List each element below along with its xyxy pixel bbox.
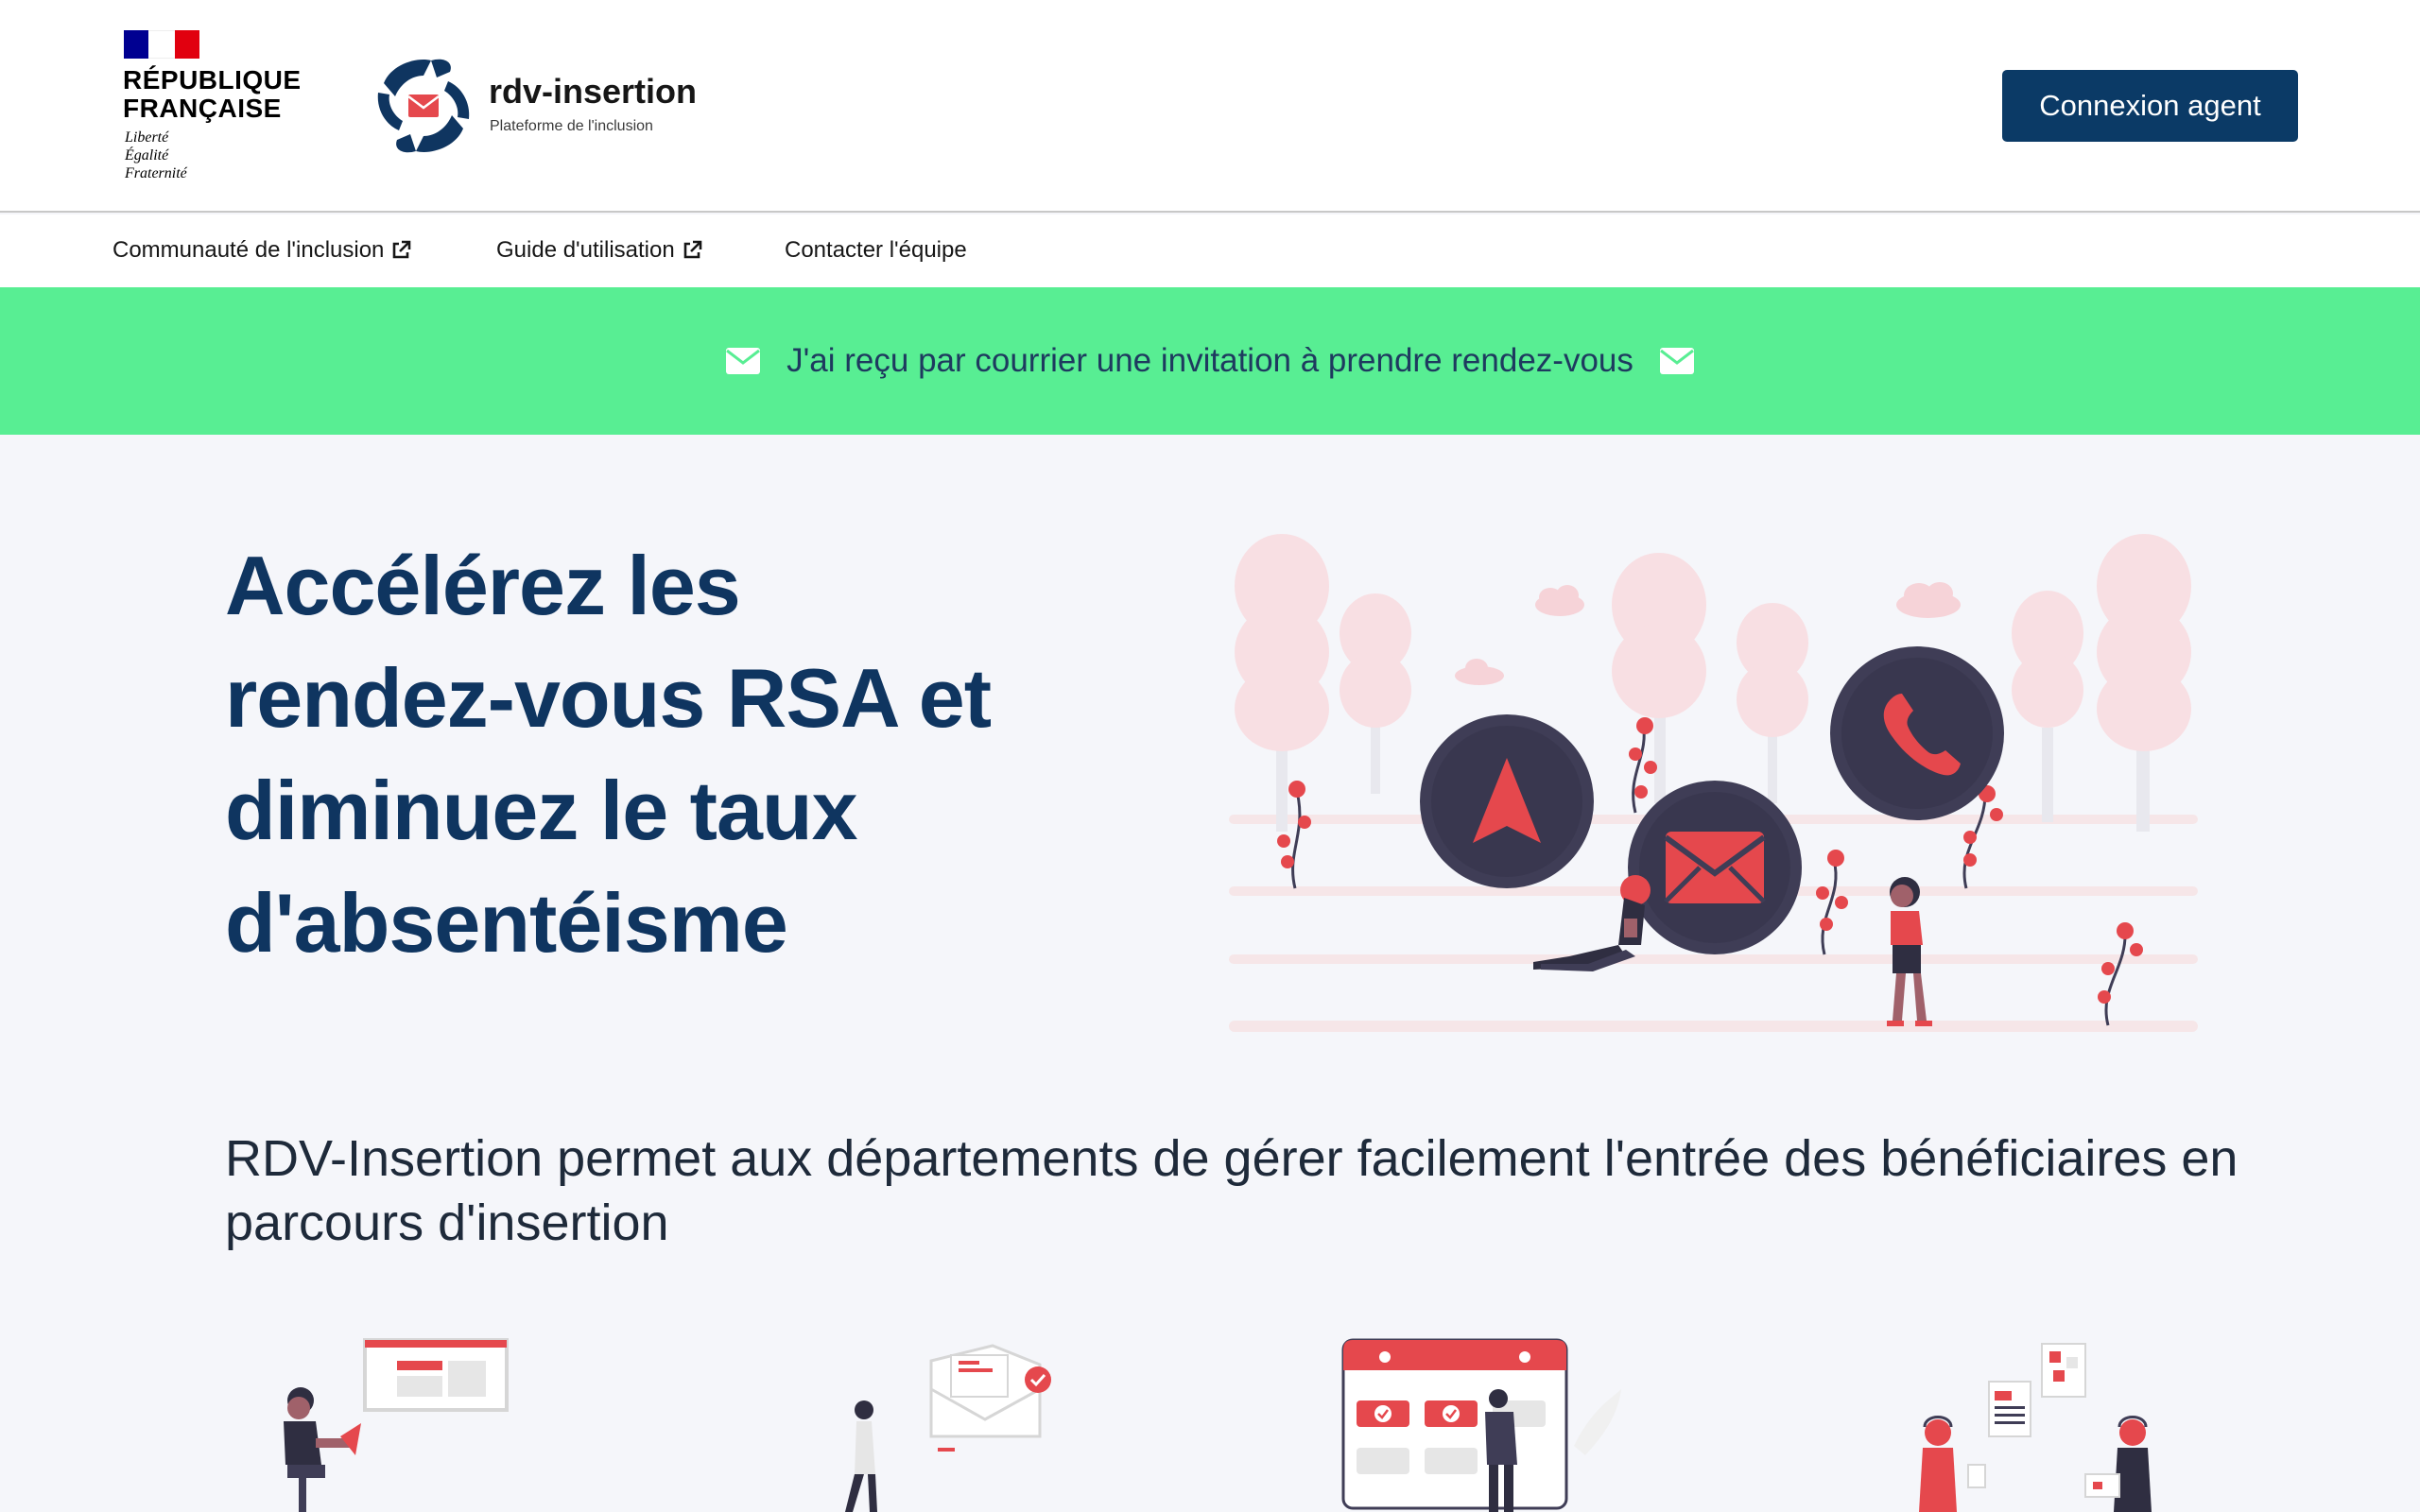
- gov-motto-fraternite: Fraternité: [125, 165, 187, 181]
- hero-title: Accélérez les rendez-vous RSA et diminue…: [225, 529, 1076, 979]
- nav-link-label: Communauté de l'inclusion: [112, 237, 385, 263]
- main-nav: Communauté de l'inclusion Guide d'utilis…: [0, 215, 2420, 287]
- intro-text: RDV-Insertion permet aux départements de…: [225, 1130, 2238, 1251]
- hero-title-line: Accélérez les: [225, 539, 741, 632]
- nav-link-contact[interactable]: Contacter l'équipe: [785, 237, 967, 264]
- hero-title-line: rendez-vous RSA et: [225, 651, 992, 745]
- navigation-circle: [1420, 714, 1594, 888]
- gov-motto-liberte: Liberté: [125, 129, 169, 146]
- nav-link-label: Contacter l'équipe: [785, 237, 967, 263]
- french-flag-logo: [124, 30, 199, 59]
- gov-name: RÉPUBLIQUE FRANÇAISE: [123, 65, 302, 123]
- mail-circle: [1628, 781, 1802, 954]
- nav-link-label: Guide d'utilisation: [496, 237, 675, 263]
- envelope-icon: [726, 348, 761, 374]
- site-header: RÉPUBLIQUE FRANÇAISE Liberté Égalité Fra…: [0, 0, 2420, 213]
- rdv-insertion-logo-icon[interactable]: [374, 55, 473, 157]
- external-link-icon: [683, 240, 702, 259]
- gov-motto: Liberté Égalité Fraternité: [125, 129, 238, 182]
- gov-motto-egalite: Égalité: [125, 147, 169, 163]
- invitation-banner-link[interactable]: J'ai reçu par courrier une invitation à …: [0, 287, 2420, 435]
- feature-team-illustration: [1919, 1343, 2152, 1512]
- standing-person: [1887, 877, 1932, 1026]
- hero-title-line: diminuez le taux: [225, 764, 858, 857]
- nav-link-guide[interactable]: Guide d'utilisation: [496, 237, 703, 264]
- agent-login-button[interactable]: Connexion agent: [2002, 70, 2298, 142]
- brand-name[interactable]: rdv-insertion: [489, 72, 697, 112]
- envelope-icon: [1659, 348, 1694, 374]
- nav-link-communaute[interactable]: Communauté de l'inclusion: [112, 237, 412, 264]
- brand-subtitle: Plateforme de l'inclusion: [490, 118, 653, 134]
- hero-title-line: d'absentéisme: [225, 876, 788, 970]
- feature-mail-illustration: [845, 1344, 1051, 1512]
- external-link-icon: [393, 240, 411, 259]
- phone-circle: [1830, 646, 2004, 820]
- hero-contact-illustration: [1229, 534, 2198, 1032]
- feature-laptop-illustration: [284, 1338, 509, 1512]
- feature-calendar-illustration: [1341, 1338, 1621, 1512]
- invitation-banner-text: J'ai reçu par courrier une invitation à …: [786, 342, 1634, 379]
